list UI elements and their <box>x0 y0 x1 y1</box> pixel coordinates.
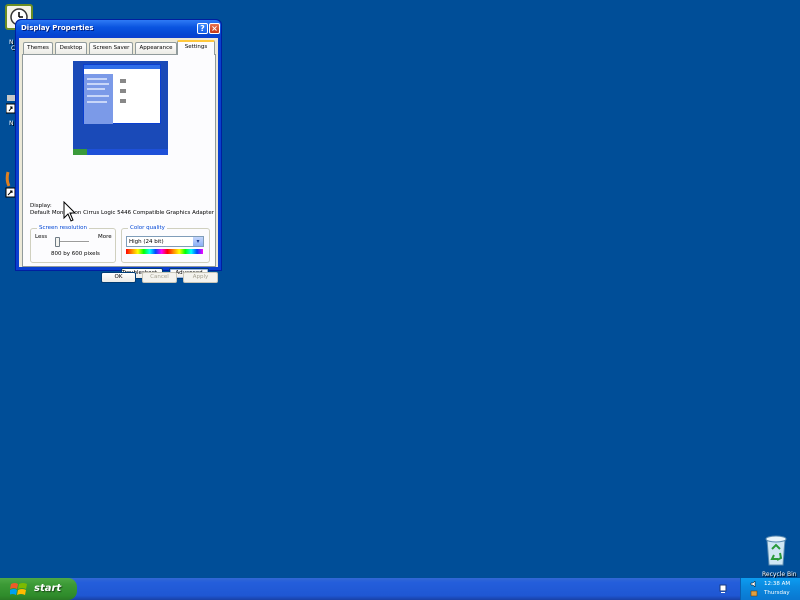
tab-desktop[interactable]: Desktop <box>55 42 87 54</box>
preview-pane-item <box>87 83 109 85</box>
start-label: start <box>34 583 62 594</box>
clock-time[interactable]: 12:38 AM <box>764 581 790 587</box>
resolution-slider-thumb[interactable] <box>55 237 60 247</box>
color-spectrum-bar <box>126 249 203 254</box>
preview-taskbar <box>73 149 168 155</box>
resolution-slider-track[interactable] <box>55 241 89 243</box>
preview-pane-item <box>87 95 109 97</box>
display-label: Display: <box>30 203 52 209</box>
screen-resolution-group: Screen resolution Less More 800 by 600 p… <box>30 225 116 263</box>
recycle-bin-label: Recycle Bin <box>762 571 797 578</box>
recycle-bin-icon[interactable] <box>763 535 789 567</box>
preview-pane-item <box>87 88 105 90</box>
tab-screen-saver[interactable]: Screen Saver <box>89 42 133 54</box>
less-label: Less <box>35 234 48 240</box>
dialog-client-area: Themes Desktop Screen Saver Appearance S… <box>19 38 218 283</box>
mouse-cursor-icon <box>63 200 77 223</box>
color-quality-selected: High (24 bit) <box>129 239 164 245</box>
preview-file-item <box>120 89 126 93</box>
monitor-preview <box>73 61 168 155</box>
color-quality-title: Color quality <box>128 225 167 231</box>
apply-button[interactable]: Apply <box>183 272 218 283</box>
preview-pane-item <box>87 78 107 80</box>
preview-side-pane <box>84 74 113 124</box>
settings-tab-panel: Display: Default Monitor on Cirrus Logic… <box>22 54 216 279</box>
preview-pane-item <box>87 101 107 103</box>
windows-logo-icon <box>9 582 28 596</box>
system-tray: 12:38 AM Thursday <box>740 578 800 600</box>
screen-resolution-title: Screen resolution <box>37 225 89 231</box>
more-label: More <box>98 234 112 240</box>
start-button[interactable]: start <box>0 578 77 600</box>
tab-themes[interactable]: Themes <box>23 42 53 54</box>
dropdown-arrow-icon[interactable]: ▾ <box>193 237 203 246</box>
tray-network-icon[interactable] <box>750 590 758 598</box>
close-icon[interactable]: × <box>209 23 220 34</box>
monitor-preview-screen <box>73 61 168 155</box>
taskbar: start 12:38 AM Thursday <box>0 578 800 600</box>
display-adapter-value: Default Monitor on Cirrus Logic 5446 Com… <box>30 210 214 216</box>
title-bar[interactable]: Display Properties ? × <box>16 20 221 38</box>
cancel-button[interactable]: Cancel <box>142 272 177 283</box>
tab-appearance[interactable]: Appearance <box>135 42 177 54</box>
display-properties-window[interactable]: Display Properties ? × Themes Desktop Sc… <box>15 19 222 283</box>
tray-network-icon[interactable] <box>719 584 727 594</box>
preview-title-bar <box>84 65 160 69</box>
color-quality-select[interactable]: High (24 bit) ▾ <box>126 236 204 247</box>
preview-file-item <box>120 79 126 83</box>
ok-button[interactable]: OK <box>101 272 136 283</box>
tab-settings[interactable]: Settings <box>177 40 215 55</box>
help-icon[interactable]: ? <box>197 23 208 34</box>
preview-start-button <box>73 149 87 155</box>
color-quality-group: Color quality High (24 bit) ▾ <box>121 225 210 263</box>
tray-volume-icon[interactable] <box>750 580 758 588</box>
preview-window-thumbnail <box>83 64 161 124</box>
window-title: Display Properties <box>21 24 94 32</box>
clock-day: Thursday <box>764 590 790 596</box>
desktop-icon-label-3: N <box>9 120 14 127</box>
resolution-value: 800 by 600 pixels <box>51 251 100 257</box>
preview-file-item <box>120 99 126 103</box>
